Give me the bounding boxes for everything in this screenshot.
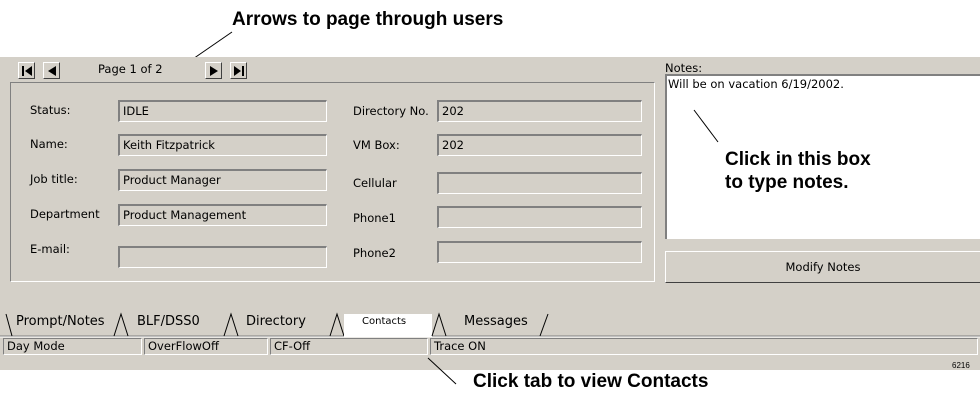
status-label: Status: (30, 103, 71, 117)
status-cf: CF-Off (270, 338, 428, 355)
cellular-label: Cellular (353, 176, 397, 190)
callout-notes-line2: to type notes. (725, 172, 849, 193)
prev-page-button[interactable] (43, 62, 60, 79)
name-label: Name: (30, 137, 68, 151)
callout-arrows: Arrows to page through users (232, 9, 504, 30)
directory-no-label: Directory No. (353, 104, 429, 118)
name-field[interactable]: Keith Fitzpatrick (118, 134, 327, 156)
status-day-mode: Day Mode (3, 338, 142, 355)
email-field[interactable] (118, 246, 327, 268)
job-title-label: Job title: (30, 172, 78, 186)
email-label: E-mail: (30, 242, 70, 256)
phone1-field[interactable] (437, 206, 642, 228)
tab-prompt-notes[interactable]: Prompt/Notes (16, 314, 105, 329)
notes-text: Will be on vacation 6/19/2002. (668, 77, 844, 91)
status-overflow: OverFlowOff (144, 338, 268, 355)
directory-no-field[interactable]: 202 (437, 100, 642, 122)
phone2-label: Phone2 (353, 246, 396, 260)
last-page-icon (234, 66, 244, 76)
phone1-label: Phone1 (353, 211, 396, 225)
status-trace: Trace ON (430, 338, 978, 355)
next-page-icon (210, 66, 218, 76)
vm-box-field[interactable]: 202 (437, 134, 642, 156)
department-field[interactable]: Product Management (118, 204, 327, 226)
modify-notes-button[interactable]: Modify Notes (665, 251, 980, 283)
tab-directory[interactable]: Directory (246, 314, 306, 329)
callout-tab-leader (427, 357, 457, 385)
callout-notes-line1: Click in this box (725, 149, 871, 170)
cellular-field[interactable] (437, 172, 642, 194)
first-page-button[interactable] (18, 62, 35, 79)
next-page-button[interactable] (205, 62, 222, 79)
job-title-field[interactable]: Product Manager (118, 169, 327, 191)
page-indicator: Page 1 of 2 (98, 62, 163, 76)
callout-notes-leader (693, 109, 719, 143)
department-label: Department (30, 207, 100, 221)
tab-contacts[interactable]: Contacts (362, 316, 406, 327)
phone2-field[interactable] (437, 241, 642, 263)
prev-page-icon (48, 66, 56, 76)
callout-tab: Click tab to view Contacts (473, 371, 709, 392)
last-page-button[interactable] (230, 62, 247, 79)
figure-id: 6216 (952, 361, 970, 370)
status-field[interactable]: IDLE (118, 100, 327, 122)
tab-messages[interactable]: Messages (464, 314, 528, 329)
first-page-icon (22, 66, 32, 76)
tab-blf-dss0[interactable]: BLF/DSS0 (137, 314, 200, 329)
notes-label: Notes: (665, 61, 703, 75)
vm-box-label: VM Box: (353, 138, 400, 152)
